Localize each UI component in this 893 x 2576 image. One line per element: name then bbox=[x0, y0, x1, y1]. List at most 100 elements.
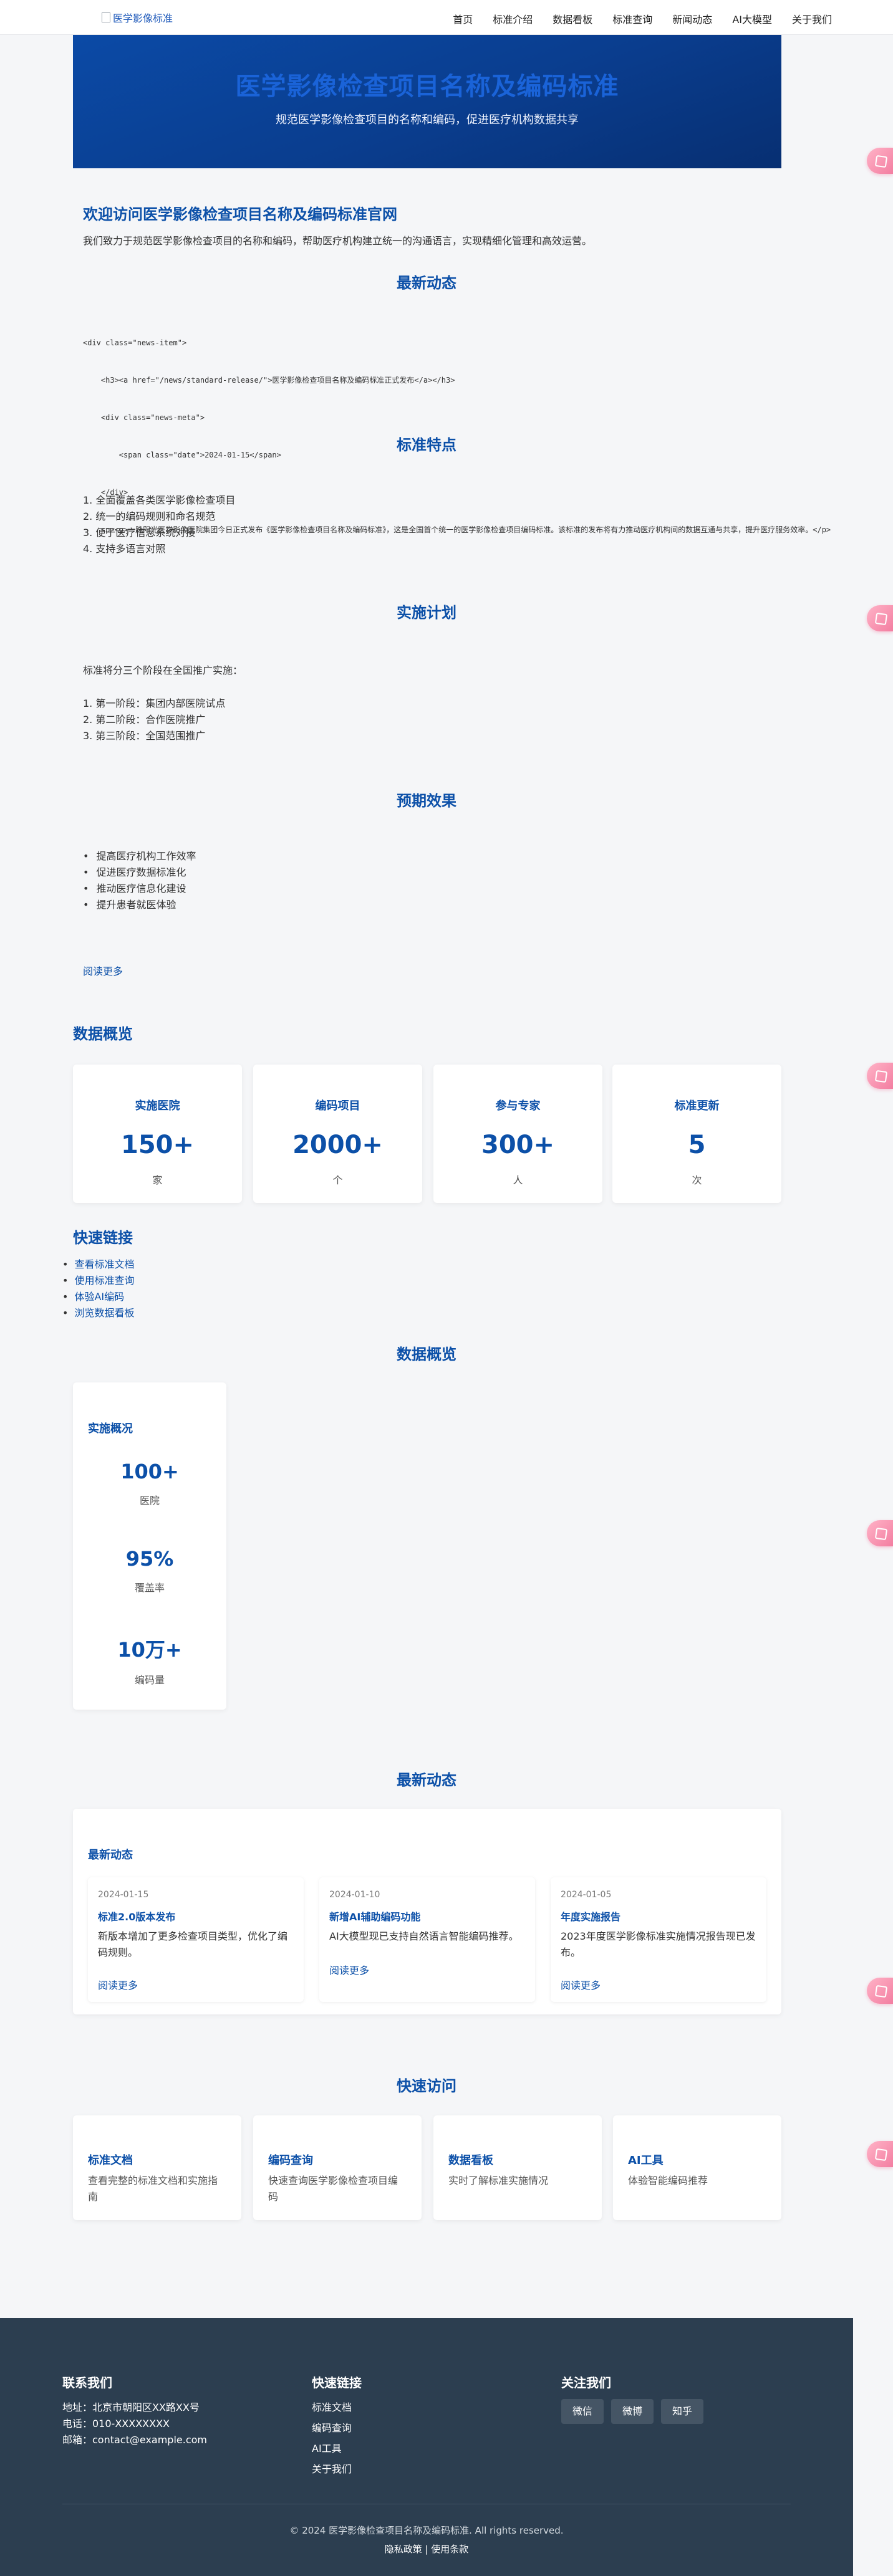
latest-news-heading: 最新动态 bbox=[397, 274, 456, 292]
news-date: 2024-01-15 bbox=[98, 1890, 149, 1900]
news-panel: 最新动态 2024-01-15 标准2.0版本发布 新版本增加了更多检查项目类型… bbox=[73, 1809, 781, 2014]
stat-value: 300+ bbox=[481, 1131, 554, 1159]
qa-text: 体验智能编码推荐 bbox=[628, 2175, 708, 2186]
hero-title: 医学影像检查项目名称及编码标准 bbox=[235, 72, 619, 101]
floating-translate-icon[interactable] bbox=[867, 1978, 893, 2004]
news-summary: AI大模型现已支持自然语言智能编码推荐。 bbox=[329, 1930, 519, 1942]
stat-title: 参与专家 bbox=[495, 1099, 541, 1113]
nav-item-dashboard[interactable]: 数据看板 bbox=[553, 11, 592, 26]
news-read-more[interactable]: 阅读更多 bbox=[329, 1962, 369, 1977]
news-panel-title: 最新动态 bbox=[88, 1849, 133, 1862]
nav-item-intro[interactable]: 标准介绍 bbox=[493, 11, 533, 26]
site-logo[interactable]: 医学影像标准 bbox=[102, 10, 173, 25]
floating-translate-icon[interactable] bbox=[867, 1063, 893, 1089]
list-item: 提升患者就医体验 bbox=[83, 897, 196, 913]
news-title[interactable]: 新增AI辅助编码功能 bbox=[329, 1908, 420, 1923]
quick-link-ai[interactable]: 体验AI编码 bbox=[62, 1289, 134, 1305]
footer-link-query[interactable]: 编码查询 bbox=[312, 2420, 352, 2435]
stat-card: 标准更新 5 次 bbox=[612, 1065, 781, 1203]
social-weibo-button[interactable]: 微博 bbox=[611, 2399, 654, 2424]
stat-unit: 个 bbox=[332, 1174, 343, 1186]
quick-access-card-dashboard[interactable]: 数据看板 实时了解标准实施情况 bbox=[433, 2115, 602, 2220]
floating-translate-icon[interactable] bbox=[867, 2141, 893, 2167]
overview-metric: 10万+ 编码量 bbox=[73, 1634, 226, 1687]
logo-alt-text: 医学影像标准 bbox=[113, 12, 173, 24]
stat-title: 实施医院 bbox=[135, 1099, 180, 1113]
quick-link-dashboard[interactable]: 浏览数据看板 bbox=[62, 1305, 134, 1321]
effects-list: 提高医疗机构工作效率 促进医疗数据标准化 推动医疗信息化建设 提升患者就医体验 bbox=[83, 848, 196, 913]
news-read-more[interactable]: 阅读更多 bbox=[98, 1977, 138, 1992]
news-date: 2024-01-10 bbox=[329, 1890, 380, 1900]
data-overview-heading: 数据概览 bbox=[73, 1025, 133, 1043]
social-zhihu-button[interactable]: 知乎 bbox=[661, 2399, 704, 2424]
news-title[interactable]: 标准2.0版本发布 bbox=[98, 1908, 175, 1923]
list-item: 3. 第三阶段：全国范围推广 bbox=[83, 730, 206, 742]
metric-label: 编码量 bbox=[134, 1674, 165, 1686]
qa-text: 快速查询医学影像检查项目编码 bbox=[268, 2175, 398, 2203]
metric-value: 95% bbox=[125, 1547, 174, 1571]
stat-card: 参与专家 300+ 人 bbox=[433, 1065, 602, 1203]
stat-value: 5 bbox=[688, 1131, 706, 1159]
quick-links-heading: 快速链接 bbox=[73, 1229, 133, 1247]
hero-subtitle: 规范医学影像检查项目的名称和编码，促进医疗机构数据共享 bbox=[276, 113, 579, 127]
news-summary: 新版本增加了更多检查项目类型，优化了编码规则。 bbox=[98, 1930, 288, 1958]
floating-translate-icon[interactable] bbox=[867, 1520, 893, 1546]
footer-link-about[interactable]: 关于我们 bbox=[312, 2461, 352, 2476]
overview-metric: 95% 覆盖率 bbox=[73, 1547, 226, 1594]
quick-access-card-ai[interactable]: AI工具 体验智能编码推荐 bbox=[613, 2115, 781, 2220]
quick-access-card-query[interactable]: 编码查询 快速查询医学影像检查项目编码 bbox=[253, 2115, 422, 2220]
plan-intro: 标准将分三个阶段在全国推广实施： bbox=[83, 664, 243, 676]
quick-access-card-docs[interactable]: 标准文档 查看完整的标准文档和实施指南 bbox=[73, 2115, 241, 2220]
stat-title: 标准更新 bbox=[674, 1099, 720, 1113]
news-title[interactable]: 年度实施报告 bbox=[561, 1908, 620, 1923]
news-date: 2024-01-05 bbox=[561, 1890, 612, 1900]
news-read-more[interactable]: 阅读更多 bbox=[561, 1977, 601, 1992]
quick-link-docs[interactable]: 查看标准文档 bbox=[62, 1257, 134, 1273]
code-line: <h3><a href="/news/standard-release/">医学… bbox=[83, 376, 455, 385]
stat-unit: 家 bbox=[152, 1174, 163, 1186]
stat-unit: 次 bbox=[692, 1174, 702, 1186]
footer-copyright: © 2024 医学影像检查项目名称及编码标准. All rights reser… bbox=[289, 2525, 564, 2536]
list-item: 提高医疗机构工作效率 bbox=[83, 848, 196, 864]
footer-link-docs[interactable]: 标准文档 bbox=[312, 2399, 352, 2414]
metric-label: 医院 bbox=[139, 1495, 160, 1506]
list-item: 2. 第二阶段：合作医院推广 bbox=[83, 714, 206, 725]
metric-label: 覆盖率 bbox=[134, 1582, 165, 1594]
footer-legal-links[interactable]: 隐私政策 | 使用条款 bbox=[0, 2542, 853, 2555]
nav-item-query[interactable]: 标准查询 bbox=[612, 11, 652, 26]
stat-unit: 人 bbox=[513, 1174, 523, 1186]
quick-links-list: 查看标准文档 使用标准查询 体验AI编码 浏览数据看板 bbox=[62, 1257, 134, 1321]
site-footer: 联系我们 地址：北京市朝阳区XX路XX号 电话：010-XXXXXXXX 邮箱：… bbox=[0, 2318, 853, 2576]
metric-value: 100+ bbox=[120, 1460, 179, 1483]
qa-title: 编码查询 bbox=[268, 2154, 313, 2167]
overview2-heading: 数据概览 bbox=[397, 1346, 456, 1363]
implementation-card: 实施概况 100+ 医院 95% 覆盖率 10万+ 编码量 bbox=[73, 1382, 226, 1710]
floating-translate-icon[interactable] bbox=[867, 605, 893, 631]
read-more-link[interactable]: 阅读更多 bbox=[83, 963, 123, 978]
quick-link-query[interactable]: 使用标准查询 bbox=[62, 1273, 134, 1289]
hero-banner: 医学影像检查项目名称及编码标准 规范医学影像检查项目的名称和编码，促进医疗机构数… bbox=[73, 35, 781, 168]
footer-link-ai[interactable]: AI工具 bbox=[312, 2440, 342, 2455]
list-item: 促进医疗数据标准化 bbox=[83, 864, 196, 881]
overview-metric: 100+ 医院 bbox=[73, 1460, 226, 1507]
metric-value: 10万+ bbox=[117, 1638, 182, 1662]
qa-title: 数据看板 bbox=[448, 2154, 493, 2167]
qa-title: AI工具 bbox=[628, 2154, 664, 2167]
floating-translate-icon[interactable] bbox=[867, 148, 893, 174]
footer-contact-title: 联系我们 bbox=[62, 2375, 112, 2390]
implementation-card-title: 实施概况 bbox=[88, 1422, 133, 1435]
code-line: <div class="news-item"> bbox=[83, 338, 187, 347]
qa-text: 查看完整的标准文档和实施指南 bbox=[88, 2175, 218, 2203]
list-item: 1. 全面覆盖各类医学影像检查项目 bbox=[83, 494, 236, 506]
nav-item-ai[interactable]: AI大模型 bbox=[732, 11, 772, 26]
nav-item-about[interactable]: 关于我们 bbox=[792, 11, 832, 26]
stat-card: 实施医院 150+ 家 bbox=[73, 1065, 242, 1203]
footer-address: 地址：北京市朝阳区XX路XX号 bbox=[62, 2401, 200, 2413]
stat-value: 150+ bbox=[120, 1131, 194, 1159]
social-wechat-button[interactable]: 微信 bbox=[561, 2399, 604, 2424]
nav-item-home[interactable]: 首页 bbox=[453, 11, 473, 26]
list-item: 推动医疗信息化建设 bbox=[83, 881, 196, 897]
news-card: 2024-01-05 年度实施报告 2023年度医学影像标准实施情况报告现已发布… bbox=[551, 1877, 766, 2002]
footer-email: 邮箱：contact@example.com bbox=[62, 2434, 208, 2446]
nav-item-news[interactable]: 新闻动态 bbox=[672, 11, 712, 26]
